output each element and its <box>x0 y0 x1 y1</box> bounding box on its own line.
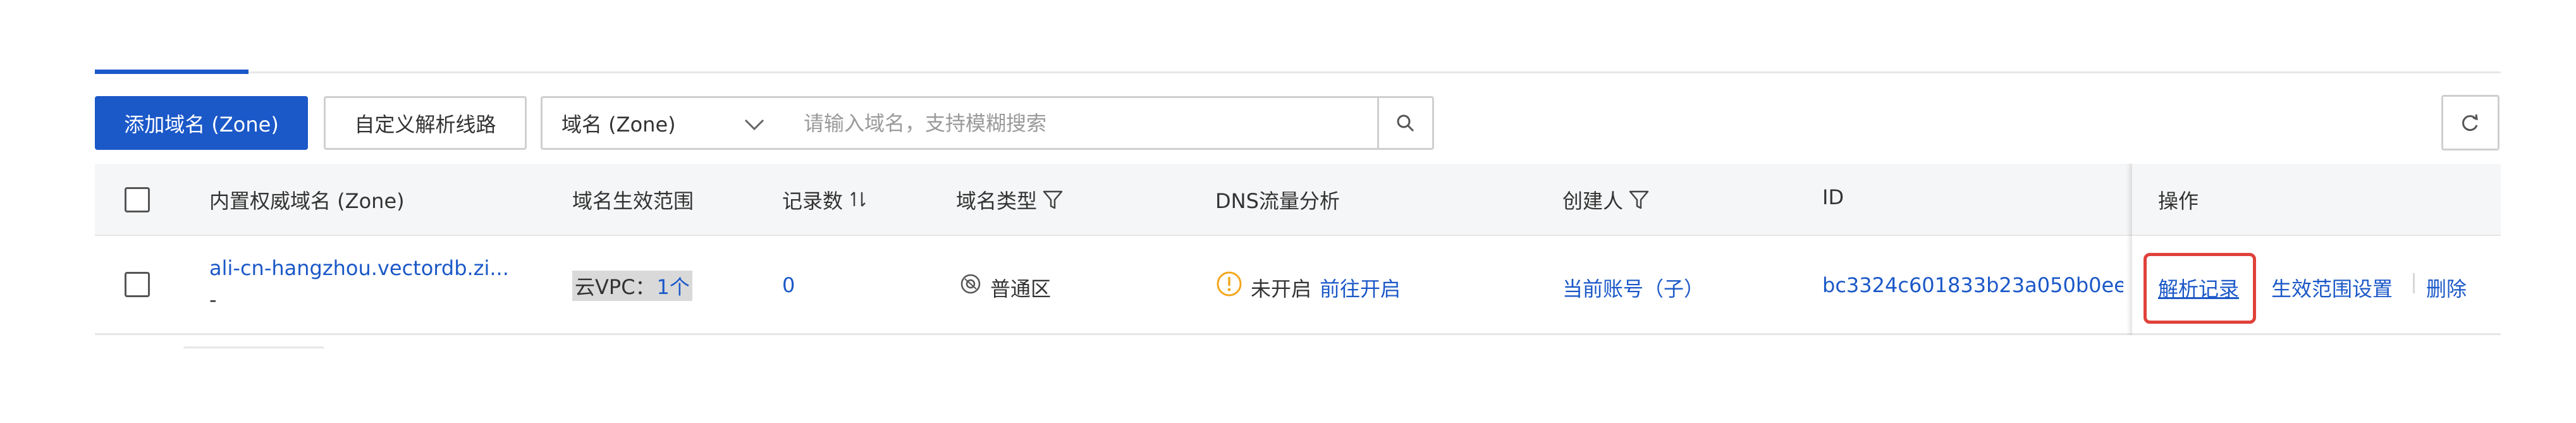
creator-link[interactable]: 当前账号（子） <box>1562 273 1704 302</box>
highlight-annotation <box>2144 253 2256 324</box>
search-button[interactable] <box>1377 96 1434 150</box>
enable-dns-analysis-link[interactable]: 前往开启 <box>1320 273 1401 302</box>
zone-id-link[interactable]: bc3324c601833b23a050b0ee0 <box>1822 273 2123 297</box>
search-input[interactable] <box>782 96 1379 150</box>
select-all-checkbox[interactable] <box>125 187 150 212</box>
column-header-record-count-label: 记录数 <box>782 189 843 213</box>
column-header-dns-traffic: DNS流量分析 <box>1215 189 1340 213</box>
filter-icon[interactable] <box>1628 188 1650 211</box>
filter-icon[interactable] <box>1042 188 1064 211</box>
pagination-partial <box>183 346 324 352</box>
search-field-selected-value: 域名 (Zone) <box>561 112 676 137</box>
scope-vpc-tag[interactable]: 云VPC： 1个 <box>572 271 692 301</box>
sort-icon[interactable] <box>849 190 868 210</box>
column-header-scope: 域名生效范围 <box>572 189 694 213</box>
add-zone-button[interactable]: 添加域名 (Zone) <box>95 96 308 150</box>
scope-prefix: 云VPC： <box>575 275 656 299</box>
refresh-button[interactable] <box>2441 95 2499 150</box>
chevron-down-icon <box>744 119 764 131</box>
dns-status: 未开启 <box>1251 277 1312 301</box>
delete-link[interactable]: 删除 <box>2426 273 2467 302</box>
fixed-column-shadow <box>2126 164 2132 335</box>
column-header-zone-type-label: 域名类型 <box>956 189 1038 213</box>
zone-type-icon <box>960 274 981 294</box>
tab-bar-divider <box>95 71 2501 73</box>
zone-remark: - <box>209 288 217 312</box>
column-header-id: ID <box>1822 185 1844 209</box>
record-count-link[interactable]: 0 <box>782 273 795 297</box>
column-header-record-count[interactable]: 记录数 <box>782 185 868 214</box>
scope-count-link[interactable]: 1个 <box>657 271 690 300</box>
action-separator <box>2413 273 2415 293</box>
zone-name-link[interactable]: ali-cn-hangzhou.vectordb.zi... <box>209 256 509 280</box>
scope-settings-link[interactable]: 生效范围设置 <box>2271 273 2393 302</box>
row-checkbox[interactable] <box>125 272 150 297</box>
custom-resolution-route-button[interactable]: 自定义解析线路 <box>324 96 527 150</box>
column-header-creator-label: 创建人 <box>1562 189 1624 213</box>
active-tab-indicator[interactable] <box>95 70 248 74</box>
search-icon <box>1397 114 1414 132</box>
warning-icon <box>1217 271 1242 297</box>
zone-type-value: 普通区 <box>990 277 1052 301</box>
column-header-zone: 内置权威域名 (Zone) <box>209 189 405 213</box>
column-header-actions: 操作 <box>2158 189 2199 213</box>
search-field-select[interactable]: 域名 (Zone) <box>541 96 784 150</box>
refresh-icon <box>2462 114 2478 132</box>
column-header-zone-type[interactable]: 域名类型 <box>956 185 1064 214</box>
column-header-creator[interactable]: 创建人 <box>1562 185 1650 214</box>
